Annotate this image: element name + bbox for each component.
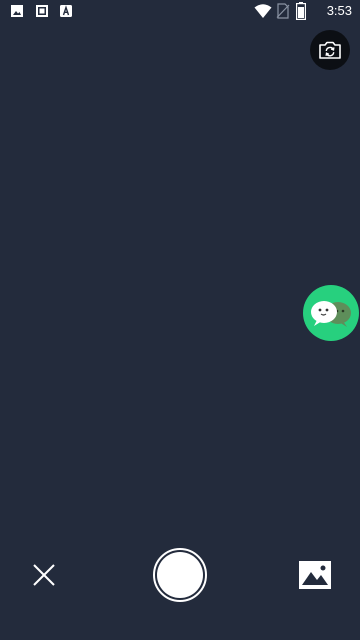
app-notification-icon	[60, 5, 72, 17]
gallery-button[interactable]	[298, 560, 332, 590]
no-sim-icon	[276, 3, 290, 19]
status-bar: 3:53	[0, 0, 360, 24]
battery-icon	[296, 2, 306, 20]
square-notification-icon	[36, 5, 48, 17]
shutter-inner	[157, 552, 203, 598]
floating-chat-button[interactable]	[303, 285, 359, 341]
camera-screen: 3:53	[0, 0, 360, 640]
image-notification-icon	[11, 5, 23, 17]
status-bar-time: 3:53	[326, 3, 352, 18]
camera-switch-icon	[319, 41, 341, 59]
shutter-button[interactable]	[153, 548, 207, 602]
close-icon	[33, 564, 55, 586]
chat-bubbles-icon	[311, 301, 351, 327]
gallery-icon	[299, 561, 331, 589]
switch-camera-button[interactable]	[310, 30, 350, 70]
wifi-icon	[254, 4, 272, 18]
close-button[interactable]	[27, 558, 61, 592]
